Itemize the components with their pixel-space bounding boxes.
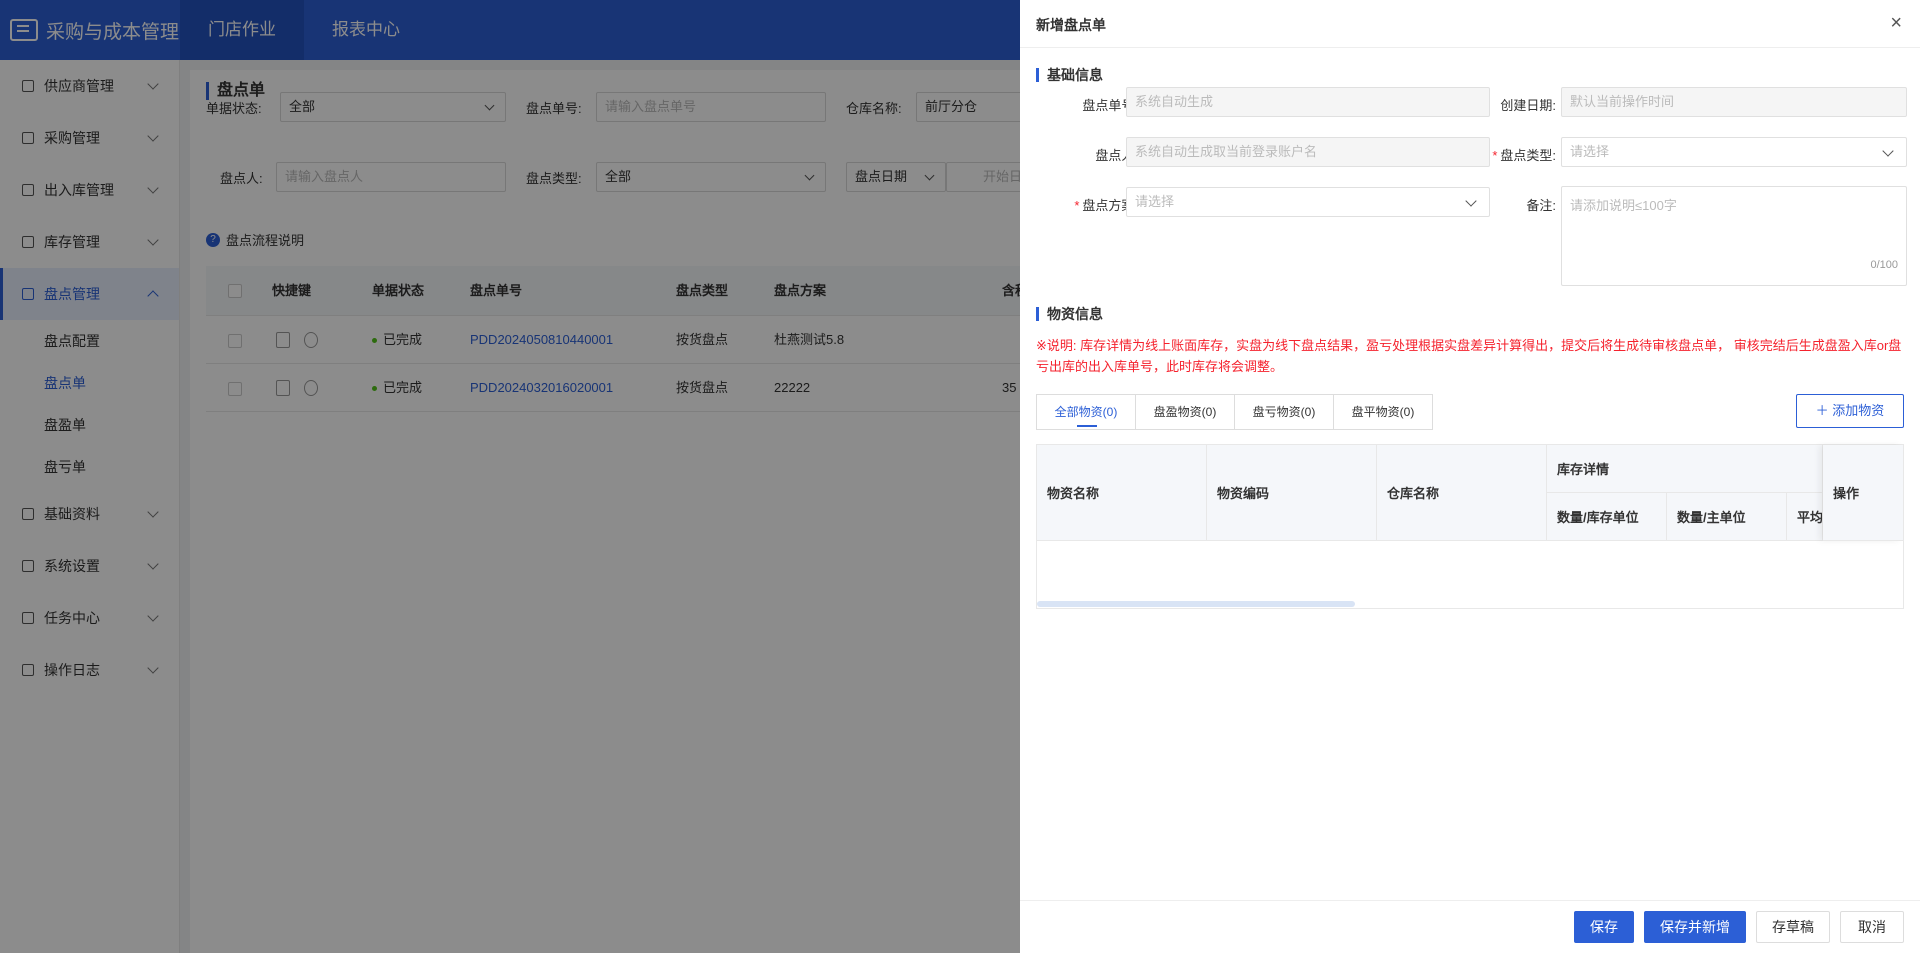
plus-icon: ＋ [1815, 403, 1833, 418]
chevron-down-icon [1882, 145, 1894, 157]
new-stocktake-drawer: 新增盘点单 × 基础信息 盘点单号: 系统自动生成 创建日期: 默认当前操作时间… [1020, 0, 1920, 953]
material-tabs: 全部物资(0) 盘盈物资(0) 盘亏物资(0) 盘平物资(0) [1036, 394, 1433, 430]
grid-col-op: 操作 [1823, 445, 1903, 541]
material-note: ※说明: 库存详情为线上账面库存，实盘为线下盘点结果，盈亏处理根据实盘差异计算得… [1036, 338, 1902, 374]
field-type-label-text: 盘点类型: [1500, 148, 1556, 163]
drawer-header: 新增盘点单 × [1020, 0, 1920, 48]
field-type-placeholder: 请选择 [1570, 144, 1610, 159]
field-person-input: 系统自动生成取当前登录账户名 [1126, 137, 1490, 167]
required-mark: * [1492, 148, 1498, 163]
save-button[interactable]: 保存 [1574, 911, 1634, 943]
grid-col-qty-stock: 数量/库存单位 [1547, 493, 1667, 541]
grid-col-name: 物资名称 [1037, 445, 1207, 541]
add-material-button[interactable]: ＋ 添加物资 [1796, 394, 1904, 428]
field-type-select[interactable]: 请选择 [1561, 137, 1907, 167]
field-remark-label: 备注: [1526, 198, 1556, 213]
grid-col-qty-main: 数量/主单位 [1667, 493, 1787, 541]
field-remark-textarea[interactable]: 请添加说明≤100字 0/100 [1561, 186, 1907, 286]
field-date-label: 创建日期: [1500, 98, 1556, 113]
add-material-label: 添加物资 [1832, 403, 1885, 418]
close-icon[interactable]: × [1890, 13, 1902, 33]
cancel-button[interactable]: 取消 [1840, 911, 1904, 943]
drawer-title: 新增盘点单 [1036, 17, 1106, 33]
field-person-label: 盘点人: [1095, 148, 1138, 163]
grid-col-avg: 平均 [1787, 493, 1823, 541]
remark-placeholder: 请添加说明≤100字 [1570, 198, 1677, 213]
remark-counter: 0/100 [1870, 259, 1898, 271]
field-no-input: 系统自动生成 [1126, 87, 1490, 117]
material-grid: 物资名称 物资编码 仓库名称 库存详情 数量/库存单位 数量/主单位 平均 操作 [1036, 444, 1904, 609]
save-and-new-button[interactable]: 保存并新增 [1644, 911, 1746, 943]
field-date-input: 默认当前操作时间 [1561, 87, 1907, 117]
field-plan-placeholder: 请选择 [1135, 194, 1175, 209]
grid-scrollbar[interactable] [1037, 601, 1355, 607]
field-type-label: * 盘点类型: [1466, 145, 1556, 164]
tab-even-materials[interactable]: 盘平物资(0) [1333, 394, 1433, 430]
save-draft-button[interactable]: 存草稿 [1756, 911, 1830, 943]
drawer-footer: 保存 保存并新增 存草稿 取消 [1020, 900, 1920, 953]
tab-surplus-materials[interactable]: 盘盈物资(0) [1135, 394, 1235, 430]
tab-all-materials[interactable]: 全部物资(0) [1036, 394, 1136, 430]
grid-col-warehouse: 仓库名称 [1377, 445, 1547, 541]
field-plan-select[interactable]: 请选择 [1126, 187, 1490, 217]
section-material-title: 物资信息 [1036, 307, 1103, 321]
grid-col-stock: 库存详情 [1547, 445, 1823, 493]
field-no-label: 盘点单号: [1082, 98, 1138, 113]
required-mark: * [1074, 198, 1080, 213]
grid-col-code: 物资编码 [1207, 445, 1377, 541]
field-plan-label: * 盘点方案: [1048, 195, 1138, 214]
tab-loss-materials[interactable]: 盘亏物资(0) [1234, 394, 1334, 430]
section-basic-title: 基础信息 [1036, 68, 1103, 82]
